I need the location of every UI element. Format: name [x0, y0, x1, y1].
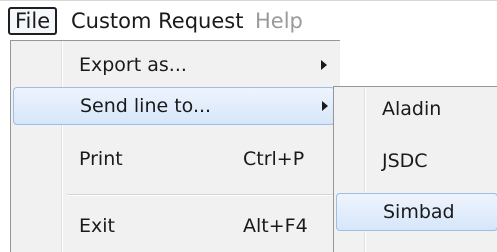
menu-item-label: Send line to...	[80, 95, 212, 117]
menu-item-shortcut: Ctrl+P	[243, 148, 305, 170]
submenu-item-aladin[interactable]: Aladin	[336, 91, 497, 129]
menu-separator	[67, 194, 333, 196]
menu-help[interactable]: Help	[250, 7, 308, 35]
submenu-item-label: JSDC	[382, 150, 428, 172]
submenu-item-label: Simbad	[383, 201, 455, 223]
submenu-item-label: Aladin	[382, 98, 442, 120]
menu-custom-request[interactable]: Custom Request	[66, 7, 248, 35]
submenu-item-simbad[interactable]: Simbad	[336, 193, 497, 231]
file-menu: Export as... Send line to... Print Ctrl+…	[10, 40, 340, 252]
window-edge	[0, 40, 10, 252]
menu-item-label: Exit	[79, 215, 115, 237]
submenu-arrow-icon	[321, 60, 327, 70]
menu-item-exit[interactable]: Exit Alt+F4	[13, 208, 335, 246]
send-line-submenu: Aladin JSDC Simbad	[333, 86, 497, 252]
menu-item-label: Export as...	[79, 54, 187, 76]
submenu-arrow-icon	[322, 101, 328, 111]
menu-item-send-line-to[interactable]: Send line to...	[13, 87, 335, 125]
menu-file[interactable]: File	[8, 7, 58, 35]
menu-item-print[interactable]: Print Ctrl+P	[13, 141, 335, 179]
app-window: File Custom Request Help Export as... Se…	[0, 0, 497, 252]
menu-item-export-as[interactable]: Export as...	[13, 47, 335, 85]
menu-bar: File Custom Request Help	[0, 0, 497, 40]
menu-item-label: Print	[79, 148, 123, 170]
menu-item-shortcut: Alt+F4	[243, 215, 308, 237]
submenu-item-jsdc[interactable]: JSDC	[336, 143, 497, 181]
